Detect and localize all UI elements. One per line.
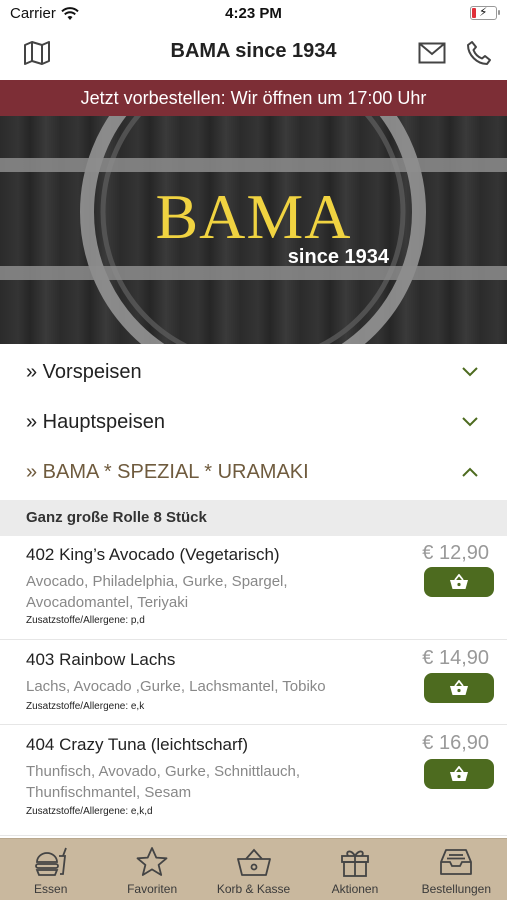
item-description: Lachs, Avocado ,Gurke, Lachsmantel, Tobi… <box>26 678 326 695</box>
logo-wordmark: BAMA <box>155 181 352 252</box>
item-name: 404 Crazy Tuna (leichtscharf) <box>26 735 249 754</box>
menu-item[interactable]: 402 King’s Avocado (Vegetarisch) Avocado… <box>0 536 507 640</box>
burger-drink-icon <box>33 845 69 879</box>
tab-aktionen[interactable]: Aktionen <box>304 839 405 900</box>
item-allergens: Zusatzstoffe/Allergene: e,k,d <box>26 806 153 817</box>
section-header: Ganz große Rolle 8 Stück <box>0 500 507 536</box>
category-vorspeisen[interactable]: » Vorspeisen <box>0 347 507 397</box>
menu-item[interactable]: 404 Crazy Tuna (leichtscharf) Thunfisch,… <box>0 726 507 836</box>
item-price: € 14,90 <box>422 647 489 669</box>
basket-icon <box>450 766 468 781</box>
navigation-bar: BAMA since 1934 <box>0 28 507 78</box>
phone-button[interactable] <box>462 36 496 70</box>
hero-banner: Jetzt vorbestellen: Wir öffnen um 17:00 … <box>0 80 507 344</box>
basket-icon <box>450 680 468 695</box>
status-bar: Carrier 4:23 PM ⚡ <box>0 0 507 28</box>
tab-label: Essen <box>34 882 68 896</box>
logo-tagline: since 1934 <box>287 246 389 268</box>
item-allergens: Zusatzstoffe/Allergene: p,d <box>26 615 145 626</box>
chevron-down-icon <box>459 361 481 383</box>
item-price: € 16,90 <box>422 732 489 754</box>
tab-favoriten[interactable]: Favoriten <box>101 839 202 900</box>
opening-notice: Jetzt vorbestellen: Wir öffnen um 17:00 … <box>0 80 507 116</box>
add-to-cart-button[interactable] <box>424 567 494 597</box>
category-label: » BAMA * SPEZIAL * URAMAKI <box>26 460 309 483</box>
tab-label: Aktionen <box>331 882 379 896</box>
chevron-down-icon <box>459 411 481 433</box>
tab-korb-kasse[interactable]: Korb & Kasse <box>203 839 304 900</box>
phone-icon <box>467 41 491 65</box>
envelope-icon <box>418 42 446 64</box>
category-bama-spezial-uramaki[interactable]: » BAMA * SPEZIAL * URAMAKI <box>0 447 507 497</box>
inbox-tray-icon <box>438 845 474 879</box>
tab-label: Bestellungen <box>421 882 492 896</box>
tab-label: Korb & Kasse <box>216 882 291 896</box>
add-to-cart-button[interactable] <box>424 673 494 703</box>
item-allergens: Zusatzstoffe/Allergene: e,k <box>26 701 145 712</box>
category-hauptspeisen[interactable]: » Hauptspeisen <box>0 397 507 447</box>
category-label: » Hauptspeisen <box>26 410 165 433</box>
tab-bestellungen[interactable]: Bestellungen <box>406 839 507 900</box>
item-name: 402 King’s Avocado (Vegetarisch) <box>26 545 280 564</box>
category-label: » Vorspeisen <box>26 360 142 383</box>
add-to-cart-button[interactable] <box>424 759 494 789</box>
battery-icon: ⚡ <box>470 5 500 20</box>
gift-icon <box>337 845 373 879</box>
tab-bar: Essen Favoriten Korb & Kasse Aktionen Be… <box>0 838 507 900</box>
mail-button[interactable] <box>415 36 449 70</box>
tab-essen[interactable]: Essen <box>0 839 101 900</box>
item-name: 403 Rainbow Lachs <box>26 650 176 669</box>
item-price: € 12,90 <box>422 542 489 564</box>
item-description: Avocado, Philadelphia, Gurke, Spargel, A… <box>26 573 288 611</box>
chevron-up-icon <box>459 461 481 483</box>
menu-item[interactable]: 403 Rainbow Lachs Lachs, Avocado ,Gurke,… <box>0 641 507 725</box>
basket-icon <box>450 574 468 589</box>
basket-icon <box>236 845 272 879</box>
clock: 4:23 PM <box>225 5 282 22</box>
star-icon <box>134 845 170 879</box>
item-description: Thunfisch, Avovado, Gurke, Schnittlauch,… <box>26 763 301 801</box>
tab-label: Favoriten <box>127 882 178 896</box>
